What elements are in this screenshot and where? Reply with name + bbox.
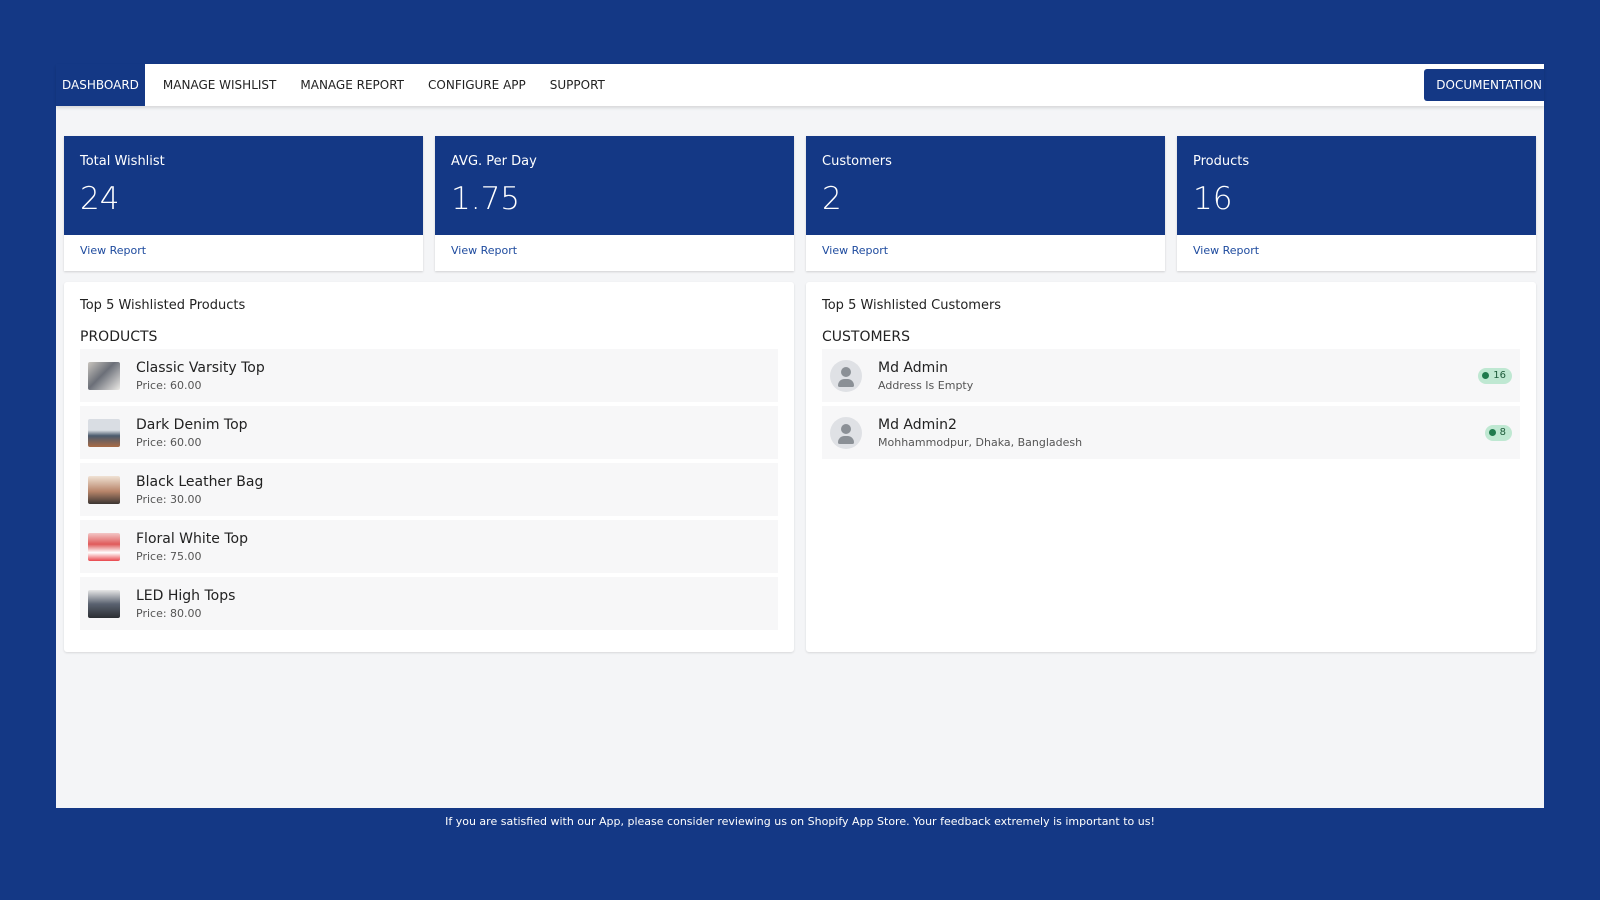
top-products-panel: Top 5 Wishlisted Products PRODUCTS Class… <box>64 282 794 652</box>
product-row[interactable]: Dark Denim Top Price: 60.00 <box>80 406 778 459</box>
tab-configure-app[interactable]: CONFIGURE APP <box>416 64 538 106</box>
status-dot-icon <box>1482 372 1490 379</box>
customer-name: Md Admin2 <box>878 416 957 433</box>
panel-subtitle: PRODUCTS <box>80 329 158 345</box>
product-name: Classic Varsity Top <box>136 359 265 376</box>
stat-card-total-wishlist: Total Wishlist 24 View Report <box>64 136 423 271</box>
stat-title: Customers <box>822 154 892 169</box>
stat-value: 1.75 <box>451 181 521 217</box>
product-name: Dark Denim Top <box>136 416 248 433</box>
product-name: Black Leather Bag <box>136 473 264 490</box>
product-name: Floral White Top <box>136 530 248 547</box>
footer-review-message: If you are satisfied with our App, pleas… <box>445 815 1155 828</box>
wishlist-count-badge: 16 <box>1478 367 1512 384</box>
product-price: Price: 30.00 <box>136 492 202 506</box>
panel-title: Top 5 Wishlisted Customers <box>822 298 1002 313</box>
product-thumbnail <box>88 418 120 447</box>
product-info: Floral White Top Price: 75.00 <box>136 531 770 563</box>
stat-value: 24 <box>80 181 120 217</box>
product-row[interactable]: Floral White Top Price: 75.00 <box>80 520 778 573</box>
stat-header: Products 16 <box>1177 136 1536 235</box>
user-avatar-icon <box>830 359 862 392</box>
product-row[interactable]: Classic Varsity Top Price: 60.00 <box>80 349 778 402</box>
product-price: Price: 60.00 <box>136 435 202 449</box>
customer-row[interactable]: Md Admin2 Mohhammodpur, Dhaka, Banglades… <box>822 406 1520 459</box>
status-dot-icon <box>1488 429 1496 436</box>
app-window: DASHBOARD MANAGE WISHLIST MANAGE REPORT … <box>56 64 1544 808</box>
view-report-link[interactable]: View Report <box>1177 235 1536 266</box>
product-price: Price: 60.00 <box>136 378 202 392</box>
panels-row: Top 5 Wishlisted Products PRODUCTS Class… <box>64 282 1536 652</box>
stats-row: Total Wishlist 24 View Report AVG. Per D… <box>64 136 1536 271</box>
badge-count: 8 <box>1499 427 1506 438</box>
stat-value: 16 <box>1193 181 1233 217</box>
wishlist-count-badge: 8 <box>1484 424 1512 441</box>
tab-manage-report[interactable]: MANAGE REPORT <box>288 64 416 106</box>
stat-value: 2 <box>822 181 842 217</box>
product-info: LED High Tops Price: 80.00 <box>136 588 770 620</box>
badge-count: 16 <box>1493 370 1506 381</box>
panel-title: Top 5 Wishlisted Products <box>80 298 246 313</box>
product-info: Classic Varsity Top Price: 60.00 <box>136 360 770 392</box>
stat-title: AVG. Per Day <box>451 154 537 169</box>
stat-title: Products <box>1193 154 1250 169</box>
product-name: LED High Tops <box>136 587 236 604</box>
view-report-link[interactable]: View Report <box>64 235 423 266</box>
documentation-button[interactable]: DOCUMENTATION <box>1424 69 1544 101</box>
stat-card-avg-per-day: AVG. Per Day 1.75 View Report <box>435 136 794 271</box>
stat-title: Total Wishlist <box>80 154 165 169</box>
user-avatar-icon <box>830 416 862 449</box>
product-info: Black Leather Bag Price: 30.00 <box>136 474 770 506</box>
customer-info: Md Admin Address Is Empty <box>878 360 1478 392</box>
stat-header: Customers 2 <box>806 136 1165 235</box>
tab-dashboard[interactable]: DASHBOARD <box>56 64 145 106</box>
customer-info: Md Admin2 Mohhammodpur, Dhaka, Banglades… <box>878 417 1485 449</box>
product-row[interactable]: LED High Tops Price: 80.00 <box>80 577 778 630</box>
stat-header: Total Wishlist 24 <box>64 136 423 235</box>
customer-name: Md Admin <box>878 359 949 376</box>
top-navigation: DASHBOARD MANAGE WISHLIST MANAGE REPORT … <box>56 64 1544 106</box>
stat-card-products: Products 16 View Report <box>1177 136 1536 271</box>
product-thumbnail <box>88 475 120 504</box>
product-thumbnail <box>88 532 120 561</box>
product-thumbnail <box>88 589 120 618</box>
product-thumbnail <box>88 361 120 390</box>
customer-address: Address Is Empty <box>878 378 974 392</box>
stat-card-customers: Customers 2 View Report <box>806 136 1165 271</box>
tab-support[interactable]: SUPPORT <box>538 64 617 106</box>
product-row[interactable]: Black Leather Bag Price: 30.00 <box>80 463 778 516</box>
top-customers-panel: Top 5 Wishlisted Customers CUSTOMERS Md … <box>806 282 1536 652</box>
view-report-link[interactable]: View Report <box>435 235 794 266</box>
stat-header: AVG. Per Day 1.75 <box>435 136 794 235</box>
product-info: Dark Denim Top Price: 60.00 <box>136 417 770 449</box>
customer-row[interactable]: Md Admin Address Is Empty 16 <box>822 349 1520 402</box>
product-price: Price: 75.00 <box>136 549 202 563</box>
customer-address: Mohhammodpur, Dhaka, Bangladesh <box>878 435 1083 449</box>
product-price: Price: 80.00 <box>136 606 202 620</box>
view-report-link[interactable]: View Report <box>806 235 1165 266</box>
tab-manage-wishlist[interactable]: MANAGE WISHLIST <box>151 64 288 106</box>
panel-subtitle: CUSTOMERS <box>822 329 911 345</box>
